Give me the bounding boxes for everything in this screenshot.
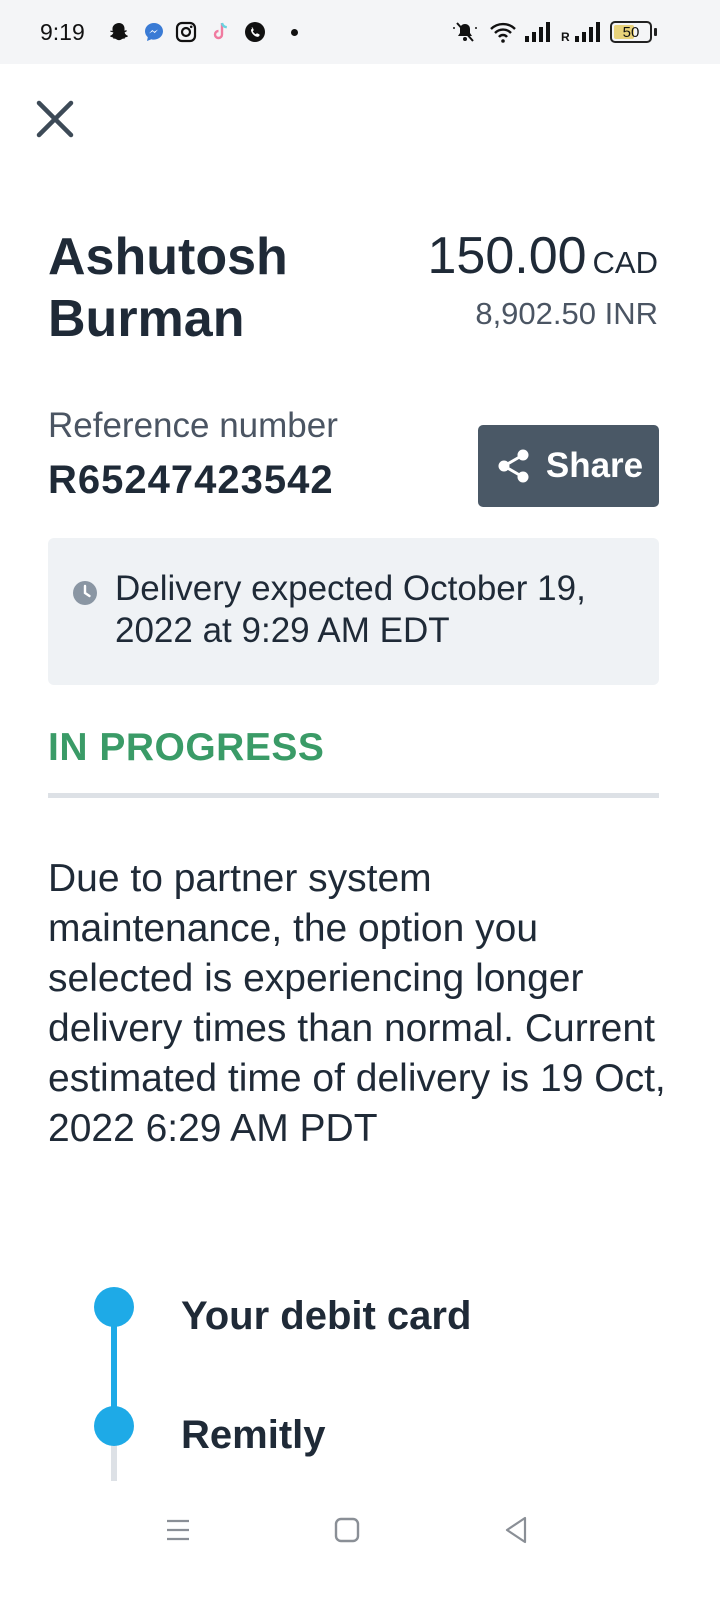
more-notifications-dot — [291, 29, 298, 36]
messenger-icon — [145, 23, 163, 41]
share-icon — [498, 449, 529, 483]
status-divider — [48, 793, 659, 798]
reference-label: Reference number — [48, 406, 338, 445]
delay-notice: Due to partner system maintenance, the o… — [48, 857, 666, 1150]
delivery-estimate-box: Delivery expected October 19, 2022 at 9:… — [48, 538, 659, 685]
amount-value: 150.00 — [427, 227, 587, 285]
amount-currency: CAD — [592, 245, 658, 280]
timeline-step-debit-card: Your debit card — [181, 1294, 472, 1338]
delivery-expected-text: Delivery expected October 19, 2022 at 9:… — [115, 569, 586, 650]
transfer-status: IN PROGRESS — [48, 726, 325, 769]
timeline-step-remitly: Remitly — [181, 1413, 326, 1457]
recent-apps-icon[interactable] — [158, 1510, 198, 1550]
clock-icon — [73, 581, 97, 605]
home-icon[interactable] — [327, 1510, 367, 1550]
status-time: 9:19 — [40, 19, 85, 45]
recipient-name: Ashutosh Burman — [48, 228, 288, 348]
timeline-dot — [94, 1406, 134, 1446]
system-nav-bar — [0, 1488, 720, 1600]
whatsapp-icon — [245, 22, 265, 42]
roaming-indicator: R — [561, 30, 570, 44]
status-bar: 9:19 R 50 — [0, 0, 720, 64]
timeline-dot — [94, 1287, 134, 1327]
wifi-icon — [490, 22, 516, 43]
battery-tip — [654, 28, 657, 36]
reference-number: R65247423542 — [48, 458, 334, 502]
battery-level: 50 — [622, 24, 640, 41]
signal-icon — [525, 22, 550, 42]
mute-icon — [453, 22, 477, 42]
snapchat-icon — [110, 23, 128, 41]
tiktok-icon — [213, 22, 227, 40]
close-icon[interactable] — [32, 96, 78, 142]
converted-amount: 8,902.50 INR — [475, 296, 658, 331]
share-label: Share — [545, 446, 644, 485]
back-icon[interactable] — [496, 1510, 536, 1550]
signal-roaming-icon — [575, 22, 600, 42]
share-button[interactable]: Share — [478, 425, 659, 507]
instagram-icon — [175, 21, 197, 43]
amount-sent: 150.00 CAD — [428, 226, 659, 286]
battery-icon: 50 — [610, 21, 652, 43]
